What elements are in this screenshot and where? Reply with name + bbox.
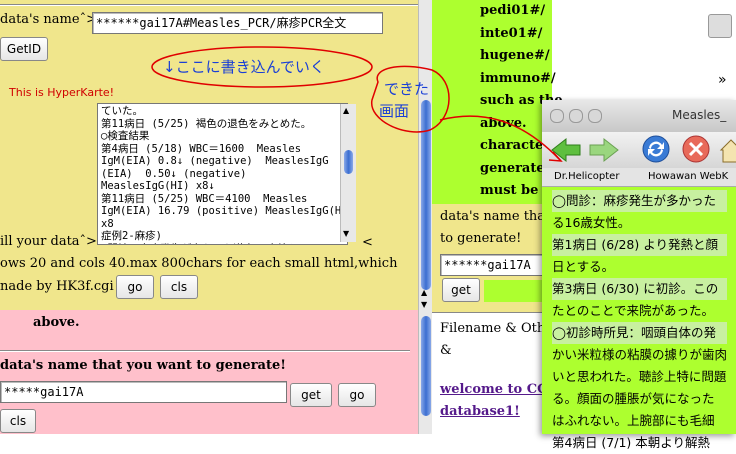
annotation-overlay [151,46,563,162]
karte-line: 第4病日 (7/1) 本朝より解熱 [552,435,711,450]
annotation-arrowhead [548,151,563,162]
annotation-arrow [439,115,561,161]
done-note-line1: できた [384,80,430,98]
done-note-line2: 画面 [379,102,410,120]
write-here-note: ↓ここに書き込んでいく [163,58,325,76]
